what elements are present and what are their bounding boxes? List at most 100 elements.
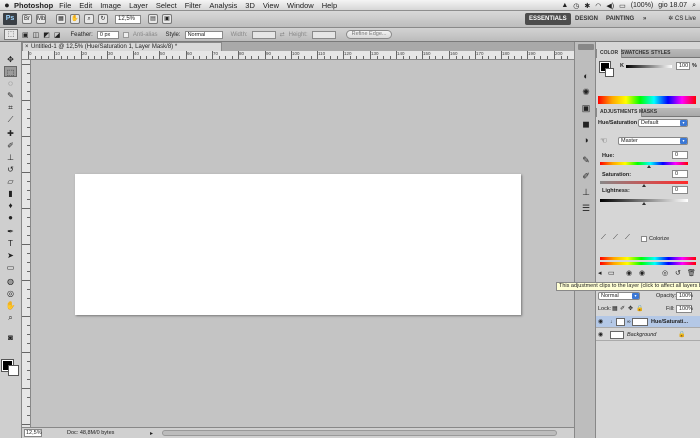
brush-panel-icon[interactable]: ✐ <box>580 170 592 182</box>
visibility-toggle-icon[interactable]: ◉ <box>639 269 645 277</box>
workspace-design[interactable]: DESIGN <box>571 13 602 25</box>
expanded-view-icon[interactable]: ▭ <box>608 269 615 277</box>
tab-swatches[interactable]: SWATCHES <box>618 49 652 58</box>
fill-input[interactable]: 100% <box>676 305 693 313</box>
blur-icon[interactable]: ♦ <box>4 200 17 211</box>
masks-panel-icon[interactable]: ▣ <box>580 102 592 114</box>
history-brush-icon[interactable]: ↺ <box>4 164 17 175</box>
menu-app-name[interactable]: Photoshop <box>14 1 53 10</box>
healing-icon[interactable]: ✚ <box>4 128 17 139</box>
marquee-preset-icon[interactable]: ⬚ <box>4 29 18 40</box>
saturation-slider-thumb[interactable] <box>642 184 646 187</box>
lightness-input[interactable]: 0 <box>672 186 688 194</box>
background-color-swatch[interactable] <box>8 365 19 376</box>
zoom-level-field[interactable]: 12,5% <box>115 15 141 24</box>
type-icon[interactable]: T <box>4 238 17 249</box>
color-ramp[interactable] <box>598 96 696 104</box>
new-selection-icon[interactable]: ▣ <box>22 31 29 39</box>
menu-window[interactable]: Window <box>287 1 314 10</box>
lock-transparency-icon[interactable]: ▦ <box>612 305 618 312</box>
bridge-icon[interactable]: Br <box>22 14 32 24</box>
lock-pixels-icon[interactable]: ✐ <box>620 305 625 312</box>
color-k-slider[interactable] <box>626 65 672 68</box>
dock-collapse-handle[interactable] <box>578 44 594 50</box>
time-machine-icon[interactable]: ◷ <box>573 2 579 10</box>
quick-select-icon[interactable]: ✎ <box>4 90 17 101</box>
crop-icon[interactable]: ⌗ <box>4 102 17 113</box>
adjustments-panel-icon[interactable]: ✺ <box>580 86 592 98</box>
move-icon[interactable]: ✥ <box>4 54 17 65</box>
layer-mask-thumbnail[interactable] <box>632 318 648 326</box>
adobe-icon[interactable]: ▲ <box>561 2 568 9</box>
horizontal-ruler[interactable]: 0 10 20 30 40 50 60 70 80 90 100 110 120 130 140 150 160… <box>22 51 575 60</box>
eye-icon[interactable]: ◉ <box>598 316 603 328</box>
clip-to-layer-icon[interactable]: ◉ <box>626 269 632 277</box>
eraser-icon[interactable]: ▱ <box>4 176 17 187</box>
color-k-input[interactable]: 100 <box>676 62 690 70</box>
document-canvas[interactable] <box>75 174 521 315</box>
menu-3d[interactable]: 3D <box>245 1 255 10</box>
menu-analysis[interactable]: Analysis <box>209 1 237 10</box>
add-selection-icon[interactable]: ◫ <box>33 31 40 39</box>
status-menu-arrow-icon[interactable]: ▸ <box>150 429 153 438</box>
workspace-essentials[interactable]: ESSENTIALS <box>525 13 571 25</box>
targeted-adjust-icon[interactable]: ☜ <box>600 136 607 145</box>
spotlight-icon[interactable]: ⌕ <box>692 2 696 10</box>
menu-select[interactable]: Select <box>156 1 177 10</box>
shape-icon[interactable]: ▭ <box>4 262 17 273</box>
refine-edge-button[interactable]: Refine Edge... <box>345 30 393 39</box>
menu-layer[interactable]: Layer <box>129 1 148 10</box>
view-previous-icon[interactable]: ◎ <box>662 269 668 277</box>
vertical-ruler[interactable] <box>22 60 31 427</box>
history-icon[interactable]: ☰ <box>580 202 592 214</box>
close-tab-icon[interactable]: × <box>25 43 29 51</box>
layers-panel-icon[interactable]: ◼ <box>580 118 592 130</box>
zoom-view-icon[interactable]: ⌕ <box>84 14 94 24</box>
clone-source-icon[interactable]: ⊥ <box>580 186 592 198</box>
channel-select[interactable]: Master ▾ <box>618 137 688 145</box>
tab-styles[interactable]: STYLES <box>648 49 673 58</box>
antialias-checkbox[interactable] <box>122 31 129 38</box>
eye-icon[interactable]: ◉ <box>598 329 603 341</box>
screen-mode-icon[interactable]: ▣ <box>162 14 172 24</box>
menu-filter[interactable]: Filter <box>185 1 202 10</box>
arrange-documents-icon[interactable]: ▤ <box>148 14 158 24</box>
path-select-icon[interactable]: ➤ <box>4 250 17 261</box>
mini-bridge-icon[interactable]: Mb <box>36 14 46 24</box>
menu-help[interactable]: Help <box>322 1 337 10</box>
subtract-selection-icon[interactable]: ◩ <box>43 31 50 39</box>
workspace-more[interactable]: » <box>639 13 650 25</box>
lasso-icon[interactable]: ◌ <box>4 78 17 89</box>
colorize-checkbox[interactable] <box>641 236 647 242</box>
stamp-icon[interactable]: ⊥ <box>4 152 17 163</box>
color-bg-swatch[interactable] <box>605 68 614 77</box>
tab-masks[interactable]: MASKS <box>636 108 660 117</box>
layer-name[interactable]: Background <box>627 329 656 341</box>
height-input[interactable] <box>311 30 336 39</box>
swap-icon[interactable]: ⇄ <box>280 31 285 38</box>
lock-all-icon[interactable]: 🔒 <box>636 305 643 312</box>
brush-icon[interactable]: ✐ <box>4 140 17 151</box>
tab-adjustments[interactable]: ADJUSTMENTS <box>596 108 642 117</box>
layer-row[interactable]: ◉ Background 🔒 <box>596 329 700 341</box>
document-info[interactable]: Doc: 48,8M/0 bytes <box>67 428 114 438</box>
hue-slider-thumb[interactable] <box>647 165 651 168</box>
opacity-input[interactable]: 100% <box>676 292 693 300</box>
hue-input[interactable]: 0 <box>672 151 688 159</box>
guides-icon[interactable]: ▦ <box>56 14 66 24</box>
rotate-view-icon[interactable]: ↻ <box>98 14 108 24</box>
wifi-icon[interactable]: ◠ <box>595 2 601 10</box>
workspace-painting[interactable]: PAINTING <box>602 13 638 25</box>
battery-icon[interactable]: ▭ <box>619 2 626 10</box>
quick-mask-icon[interactable]: ◙ <box>4 332 17 343</box>
hand-icon[interactable]: ✋ <box>4 300 17 311</box>
delete-adjustment-icon[interactable]: 🗑 <box>687 269 696 277</box>
layer-name[interactable]: Hue/Saturati... <box>651 316 688 328</box>
channels-panel-icon[interactable]: ◑ <box>580 134 592 146</box>
gradient-icon[interactable]: ▮ <box>4 188 17 199</box>
cs-live-button[interactable]: ✲ CS Live <box>668 13 696 25</box>
link-icon[interactable]: ∞ <box>627 316 631 328</box>
lock-position-icon[interactable]: ✥ <box>628 305 633 312</box>
intersect-selection-icon[interactable]: ◪ <box>54 31 61 39</box>
zoom-icon[interactable]: ⌕ <box>4 312 17 323</box>
